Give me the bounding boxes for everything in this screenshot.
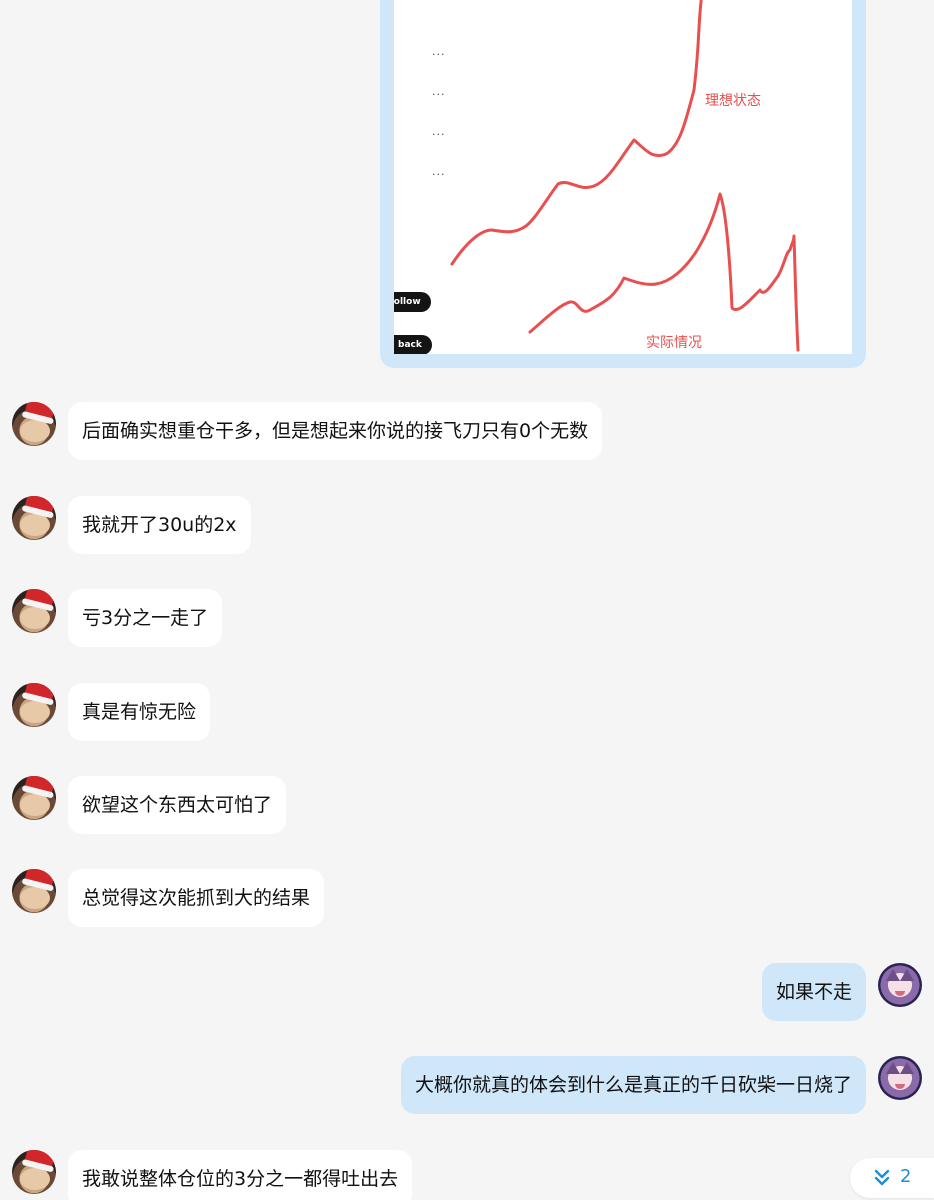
- contact-avatar[interactable]: [12, 402, 56, 446]
- new-messages-jump-button[interactable]: 2: [850, 1158, 934, 1198]
- message-bubble[interactable]: 我就开了30u的2x: [68, 496, 251, 554]
- message-bubble[interactable]: 亏3分之一走了: [68, 589, 223, 647]
- message-bubble[interactable]: 如果不走: [761, 963, 866, 1021]
- self-avatar[interactable]: [878, 963, 922, 1007]
- actual-curve: [528, 192, 800, 352]
- double-chevron-down-icon: [874, 1169, 890, 1186]
- image-message-bubble[interactable]: ... ... ... ... Follow back 理想状态 实际情况: [380, 0, 866, 368]
- ideal-label: 理想状态: [705, 93, 761, 109]
- contact-avatar[interactable]: [12, 776, 56, 820]
- message-bubble[interactable]: 我敢说整体仓位的3分之一都得吐出去: [68, 1150, 413, 1200]
- contact-avatar[interactable]: [12, 589, 56, 633]
- contact-avatar[interactable]: [12, 683, 56, 727]
- hand-drawn-chart: [450, 0, 800, 352]
- image-message-content[interactable]: ... ... ... ... Follow back 理想状态 实际情况: [394, 0, 852, 354]
- unread-count: 2: [900, 1166, 912, 1187]
- message-bubble[interactable]: 真是有惊无险: [68, 683, 211, 741]
- contact-avatar[interactable]: [12, 496, 56, 540]
- message-bubble[interactable]: 大概你就真的体会到什么是真正的千日砍柴一日烧了: [400, 1056, 866, 1114]
- message-bubble[interactable]: 后面确实想重仓干多，但是想起来你说的接飞刀只有0个无数: [68, 402, 603, 460]
- message-bubble[interactable]: 总觉得这次能抓到大的结果: [68, 869, 325, 927]
- contact-avatar[interactable]: [12, 869, 56, 913]
- ideal-curve: [450, 0, 703, 266]
- message-bubble[interactable]: 欲望这个东西太可怕了: [68, 776, 287, 834]
- self-avatar[interactable]: [878, 1056, 922, 1100]
- contact-avatar[interactable]: [12, 1150, 56, 1194]
- actual-label: 实际情况: [646, 335, 702, 351]
